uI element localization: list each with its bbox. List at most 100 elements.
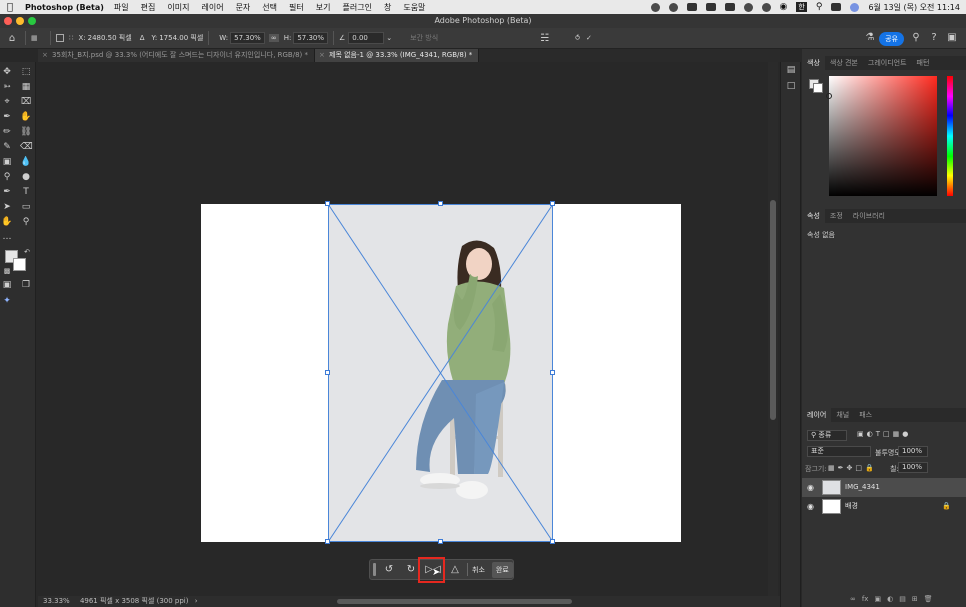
reference-point-checkbox[interactable]	[56, 34, 64, 42]
flask-icon[interactable]: ⚗	[864, 32, 876, 44]
layer-name[interactable]: 배경	[845, 497, 858, 516]
menu-layer[interactable]: 레이어	[201, 2, 223, 13]
dodge-tool-icon[interactable]: ⚲	[1, 171, 13, 183]
sponge-tool-icon[interactable]: ●	[20, 171, 32, 183]
adjustment-layer-icon[interactable]: ◐	[887, 595, 893, 603]
brush-tool-icon[interactable]: ✏	[1, 126, 13, 138]
transform-handle-bottom-left[interactable]	[325, 539, 330, 544]
move-tool-icon[interactable]: ✥	[1, 66, 13, 78]
display-icon[interactable]	[705, 3, 716, 11]
share-button[interactable]: 공유	[879, 32, 904, 46]
tab-layers[interactable]: 레이어	[802, 408, 832, 422]
menu-type[interactable]: 문자	[236, 2, 251, 13]
horizontal-scrollbar[interactable]	[337, 599, 572, 604]
menu-image[interactable]: 이미지	[167, 2, 189, 13]
record-icon[interactable]	[650, 2, 660, 12]
lasso-tool-icon[interactable]: ➳	[1, 81, 13, 93]
object-selection-tool-icon[interactable]: ▦	[20, 81, 32, 93]
eye-icon[interactable]: ◉	[807, 497, 814, 516]
group-icon[interactable]: ▤	[899, 595, 906, 603]
rectangle-tool-icon[interactable]: ▭	[20, 201, 32, 213]
gradient-tool-icon[interactable]: ▣	[1, 156, 13, 168]
stamp-tool-icon[interactable]: ⛓	[20, 126, 32, 138]
layer-row[interactable]: ◉ IMG_4341	[802, 478, 966, 497]
menu-filter[interactable]: 필터	[289, 2, 304, 13]
rotate-left-icon[interactable]: ↺	[380, 562, 398, 578]
minimize-window-button[interactable]	[16, 17, 24, 25]
transform-handle-top-right[interactable]	[550, 201, 555, 206]
link-layers-icon[interactable]: ∞	[850, 595, 856, 603]
home-icon[interactable]: ⌂	[4, 33, 20, 44]
tab-properties[interactable]: 속성	[802, 209, 825, 223]
delta-icon[interactable]: Δ	[140, 34, 145, 42]
tab-gradients[interactable]: 그레이디언트	[863, 56, 912, 70]
input-source-indicator[interactable]: 한	[796, 2, 807, 12]
lock-icons[interactable]: ▦✒✥□🔒	[828, 464, 877, 472]
hand-tool-icon[interactable]: ✋	[1, 216, 13, 228]
pen-tool-icon[interactable]: ✒	[1, 186, 13, 198]
fx-icon[interactable]: fx	[862, 595, 869, 603]
cancel-button[interactable]: 취소	[468, 562, 489, 578]
workspace-icon[interactable]: ▣	[946, 32, 958, 44]
spotlight-icon[interactable]: ⚲	[816, 2, 823, 12]
tab-document-2[interactable]: × 제목 없음-1 @ 33.3% (IMG_4341, RGB/8) *	[315, 49, 480, 62]
tab-channels[interactable]: 채널	[831, 408, 854, 422]
type-tool-icon[interactable]: T	[20, 186, 32, 198]
tab-document-1[interactable]: × 35회차_B지.psd @ 33.3% (어디에도 잘 스며드는 디자이너 …	[38, 49, 316, 62]
menu-select[interactable]: 선택	[262, 2, 277, 13]
eraser-tool-icon[interactable]: ⌫	[20, 141, 33, 153]
zoom-tool-icon[interactable]: ⚲	[20, 216, 32, 228]
siri-icon[interactable]	[850, 2, 860, 12]
background-color-swatch[interactable]	[13, 258, 26, 271]
opacity-field[interactable]: 100%	[898, 446, 928, 457]
warp-icon[interactable]: ☵	[540, 33, 549, 44]
search-icon[interactable]: ⚲	[910, 32, 922, 44]
tab-swatches[interactable]: 색상 견본	[825, 56, 863, 70]
cancel-transform-icon[interactable]: ⥀	[575, 34, 580, 42]
chevron-right-icon[interactable]: ›	[195, 597, 198, 605]
menu-file[interactable]: 파일	[114, 2, 129, 13]
download-icon[interactable]	[761, 2, 771, 12]
menu-view[interactable]: 보기	[316, 2, 331, 13]
vertical-scrollbar[interactable]	[768, 62, 778, 596]
fill-field[interactable]: 100%	[898, 462, 928, 473]
message-icon[interactable]	[724, 3, 735, 11]
screen-mode-icon[interactable]: ❐	[20, 279, 32, 291]
close-tab-icon[interactable]: ×	[319, 49, 325, 62]
tab-libraries[interactable]: 라이브러리	[848, 209, 890, 223]
delete-layer-icon[interactable]: 🗑	[924, 595, 933, 603]
lock-icon[interactable]: 🔒	[942, 497, 951, 516]
menu-edit[interactable]: 편집	[141, 2, 156, 13]
x-value[interactable]: 2480.50 픽셀	[88, 33, 132, 43]
history-panel-icon[interactable]: ▤	[785, 64, 797, 76]
app-name-menu[interactable]: Photoshop (Beta)	[25, 3, 104, 12]
angle-field[interactable]: 0.00	[348, 32, 385, 44]
quick-mask-icon[interactable]: ▣	[1, 279, 13, 291]
layer-filter-kind[interactable]: ⚲ 종류	[807, 430, 847, 441]
zoom-level[interactable]: 33.33%	[43, 597, 70, 605]
layer-filter-icons[interactable]: ▣◐T□▦●	[857, 430, 911, 438]
comments-panel-icon[interactable]: □	[785, 80, 797, 92]
menu-window[interactable]: 창	[384, 2, 391, 13]
interpolation-label[interactable]: 보간 방식	[410, 33, 438, 43]
done-button[interactable]: 완료	[491, 561, 513, 578]
scrollbar-thumb[interactable]	[770, 200, 776, 420]
commit-transform-icon[interactable]: ✓	[586, 34, 592, 42]
clock[interactable]: 6월 13일 (목) 오전 11:14	[868, 2, 960, 13]
transform-handle-bottom[interactable]	[438, 539, 443, 544]
height-field[interactable]: 57.30%	[293, 32, 329, 44]
transform-presets-icon[interactable]: ▦	[31, 34, 45, 42]
help-icon[interactable]: ?	[928, 32, 940, 44]
link-icon[interactable]: ∞	[268, 34, 279, 42]
menu-help[interactable]: 도움말	[403, 2, 425, 13]
frame-tool-icon[interactable]: ⌧	[20, 96, 32, 108]
free-transform-box[interactable]	[325, 201, 555, 544]
color-picker-field[interactable]	[826, 76, 937, 196]
close-tab-icon[interactable]: ×	[42, 49, 48, 62]
angle-dropdown-icon[interactable]: ⌄	[386, 34, 392, 42]
blur-tool-icon[interactable]: 💧	[20, 156, 32, 168]
path-selection-tool-icon[interactable]: ➤	[1, 201, 13, 213]
layer-row[interactable]: ◉ 배경 🔒	[802, 497, 966, 516]
blend-mode-select[interactable]: 표준	[807, 446, 871, 457]
add-mask-icon[interactable]: ▣	[874, 595, 881, 603]
